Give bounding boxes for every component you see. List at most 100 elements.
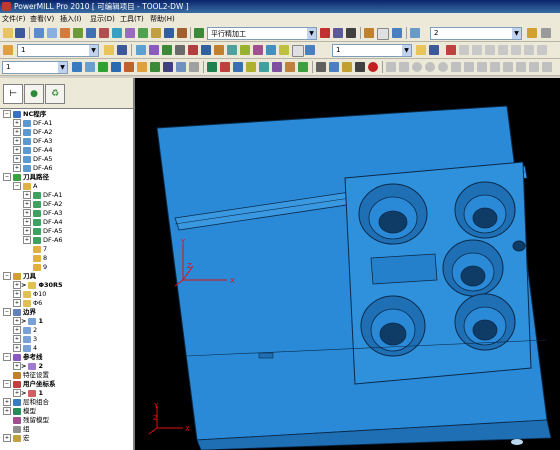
feeds-speeds-icon[interactable] — [60, 28, 70, 38]
reverse-icon[interactable] — [266, 45, 276, 55]
tab-explorer[interactable]: ⊢ — [3, 84, 23, 104]
split-icon[interactable] — [253, 45, 263, 55]
plain-shade-icon[interactable] — [176, 62, 186, 72]
tree-row[interactable]: +3 — [13, 335, 37, 344]
tree-row[interactable]: + 宏 — [3, 434, 30, 443]
min-radius-icon[interactable] — [233, 62, 243, 72]
tree-row[interactable]: − 边界 — [3, 308, 36, 317]
menu-help[interactable]: 帮助(H) — [150, 14, 175, 24]
collapse-icon[interactable]: − — [3, 308, 11, 316]
tab-html[interactable]: ● — [24, 84, 44, 104]
memo-icon[interactable] — [346, 28, 356, 38]
section-icon[interactable] — [272, 62, 282, 72]
tree-row[interactable]: + >1 — [13, 317, 43, 326]
open-icon[interactable] — [416, 45, 426, 55]
collapse-icon[interactable]: − — [3, 380, 11, 388]
expand-icon[interactable]: + — [3, 434, 11, 442]
collapse-icon[interactable]: − — [13, 182, 21, 190]
expand-icon[interactable]: + — [23, 191, 31, 199]
workplane-tool-icon[interactable] — [164, 28, 174, 38]
save-icon[interactable] — [429, 45, 439, 55]
shading-icon[interactable] — [72, 62, 82, 72]
tree-row[interactable]: − 参考线 — [3, 353, 43, 362]
block-icon[interactable] — [34, 28, 44, 38]
tree-row[interactable]: + 模型 — [3, 407, 36, 416]
open-icon[interactable] — [104, 45, 114, 55]
collapse-icon[interactable]: − — [3, 272, 11, 280]
tree-row[interactable]: − 用户坐标系 — [3, 380, 56, 389]
tool-display-icon[interactable] — [316, 62, 326, 72]
rotate-icon[interactable] — [305, 45, 315, 55]
tool-combo[interactable]: 1 ▼ — [17, 44, 99, 57]
tree-row[interactable]: 残留模型 — [3, 416, 49, 425]
undercut-icon[interactable] — [246, 62, 256, 72]
chevron-down-icon[interactable]: ▼ — [58, 62, 67, 73]
save-icon[interactable] — [117, 45, 127, 55]
tree-row[interactable]: − 刀具 — [3, 272, 36, 281]
expand-icon[interactable]: + — [13, 344, 21, 352]
workplane-combo[interactable]: 1 ▼ — [2, 61, 68, 74]
expand-icon[interactable]: + — [23, 227, 31, 235]
end-point-icon[interactable] — [99, 28, 109, 38]
chevron-down-icon[interactable]: ▼ — [512, 28, 521, 39]
tree-row[interactable]: − 刀具路径 — [3, 173, 49, 182]
tolerance-icon[interactable] — [364, 28, 374, 38]
limit-icon[interactable] — [240, 45, 250, 55]
curve-icon[interactable] — [149, 45, 159, 55]
tree-row[interactable]: 9 — [23, 263, 47, 272]
tree-row[interactable]: + 层和组合 — [3, 398, 49, 407]
expand-icon[interactable]: + — [13, 335, 21, 343]
tree-row[interactable]: + Φ10 — [13, 290, 46, 299]
cut-icon[interactable] — [446, 45, 456, 55]
level-icon[interactable] — [410, 28, 420, 38]
expand-icon[interactable]: + — [3, 407, 11, 415]
tree-row[interactable]: 特征设置 — [3, 371, 49, 380]
insert-icon[interactable] — [188, 45, 198, 55]
selection-icon[interactable] — [279, 45, 289, 55]
edit-icon[interactable] — [162, 45, 172, 55]
tree-row[interactable]: + DF-A2 — [23, 200, 63, 209]
clip-icon[interactable] — [285, 62, 295, 72]
options-icon[interactable] — [541, 28, 551, 38]
tree-row[interactable]: + DF-A6 — [23, 236, 63, 245]
tree-row[interactable]: + DF-A3 — [23, 209, 63, 218]
stop-icon[interactable] — [368, 62, 378, 72]
collision-icon[interactable] — [355, 62, 365, 72]
tolerance-combo[interactable]: 2 ▼ — [430, 27, 522, 40]
tree-row[interactable]: + >1 — [13, 389, 43, 398]
merge-icon[interactable] — [227, 45, 237, 55]
tree-row[interactable]: + DF-A3 — [13, 137, 53, 146]
delete-x-icon[interactable] — [377, 28, 389, 40]
strategy-combo[interactable]: 平行精加工 ▼ — [207, 27, 317, 40]
tree-row[interactable]: 组 — [3, 425, 30, 434]
tree-row[interactable]: − NC程序 — [3, 110, 46, 119]
expand-icon[interactable]: + — [13, 155, 21, 163]
expand-icon[interactable]: + — [13, 299, 21, 307]
axis-icon[interactable] — [207, 62, 217, 72]
menu-file[interactable]: 文件(F) — [2, 14, 26, 24]
pattern-combo[interactable]: 1 ▼ — [332, 44, 412, 57]
expand-icon[interactable]: + — [13, 119, 21, 127]
menu-display[interactable]: 显示(D) — [90, 14, 115, 24]
expand-icon[interactable]: + — [13, 389, 21, 397]
expand-icon[interactable]: + — [13, 137, 21, 145]
expand-icon[interactable]: + — [23, 209, 31, 217]
boundary-tool-icon[interactable] — [125, 28, 135, 38]
tree-row[interactable]: + DF-A5 — [13, 155, 53, 164]
tree-row[interactable]: + DF-A4 — [13, 146, 53, 155]
tree-row[interactable]: + DF-A5 — [23, 227, 63, 236]
collapse-icon[interactable]: − — [3, 353, 11, 361]
expand-icon[interactable]: + — [13, 290, 21, 298]
selection-filter-icon[interactable] — [189, 62, 199, 72]
leads-links-icon[interactable] — [73, 28, 83, 38]
collapse-icon[interactable]: − — [3, 173, 11, 181]
stock-display-icon[interactable] — [342, 62, 352, 72]
expand-icon[interactable]: + — [13, 317, 21, 325]
expand-icon[interactable]: + — [23, 200, 31, 208]
expand-icon[interactable]: + — [13, 281, 21, 289]
expand-icon[interactable]: + — [23, 218, 31, 226]
expand-icon[interactable]: + — [3, 398, 11, 406]
view-top-icon[interactable] — [98, 62, 108, 72]
view-front-icon[interactable] — [111, 62, 121, 72]
start-point-icon[interactable] — [86, 28, 96, 38]
